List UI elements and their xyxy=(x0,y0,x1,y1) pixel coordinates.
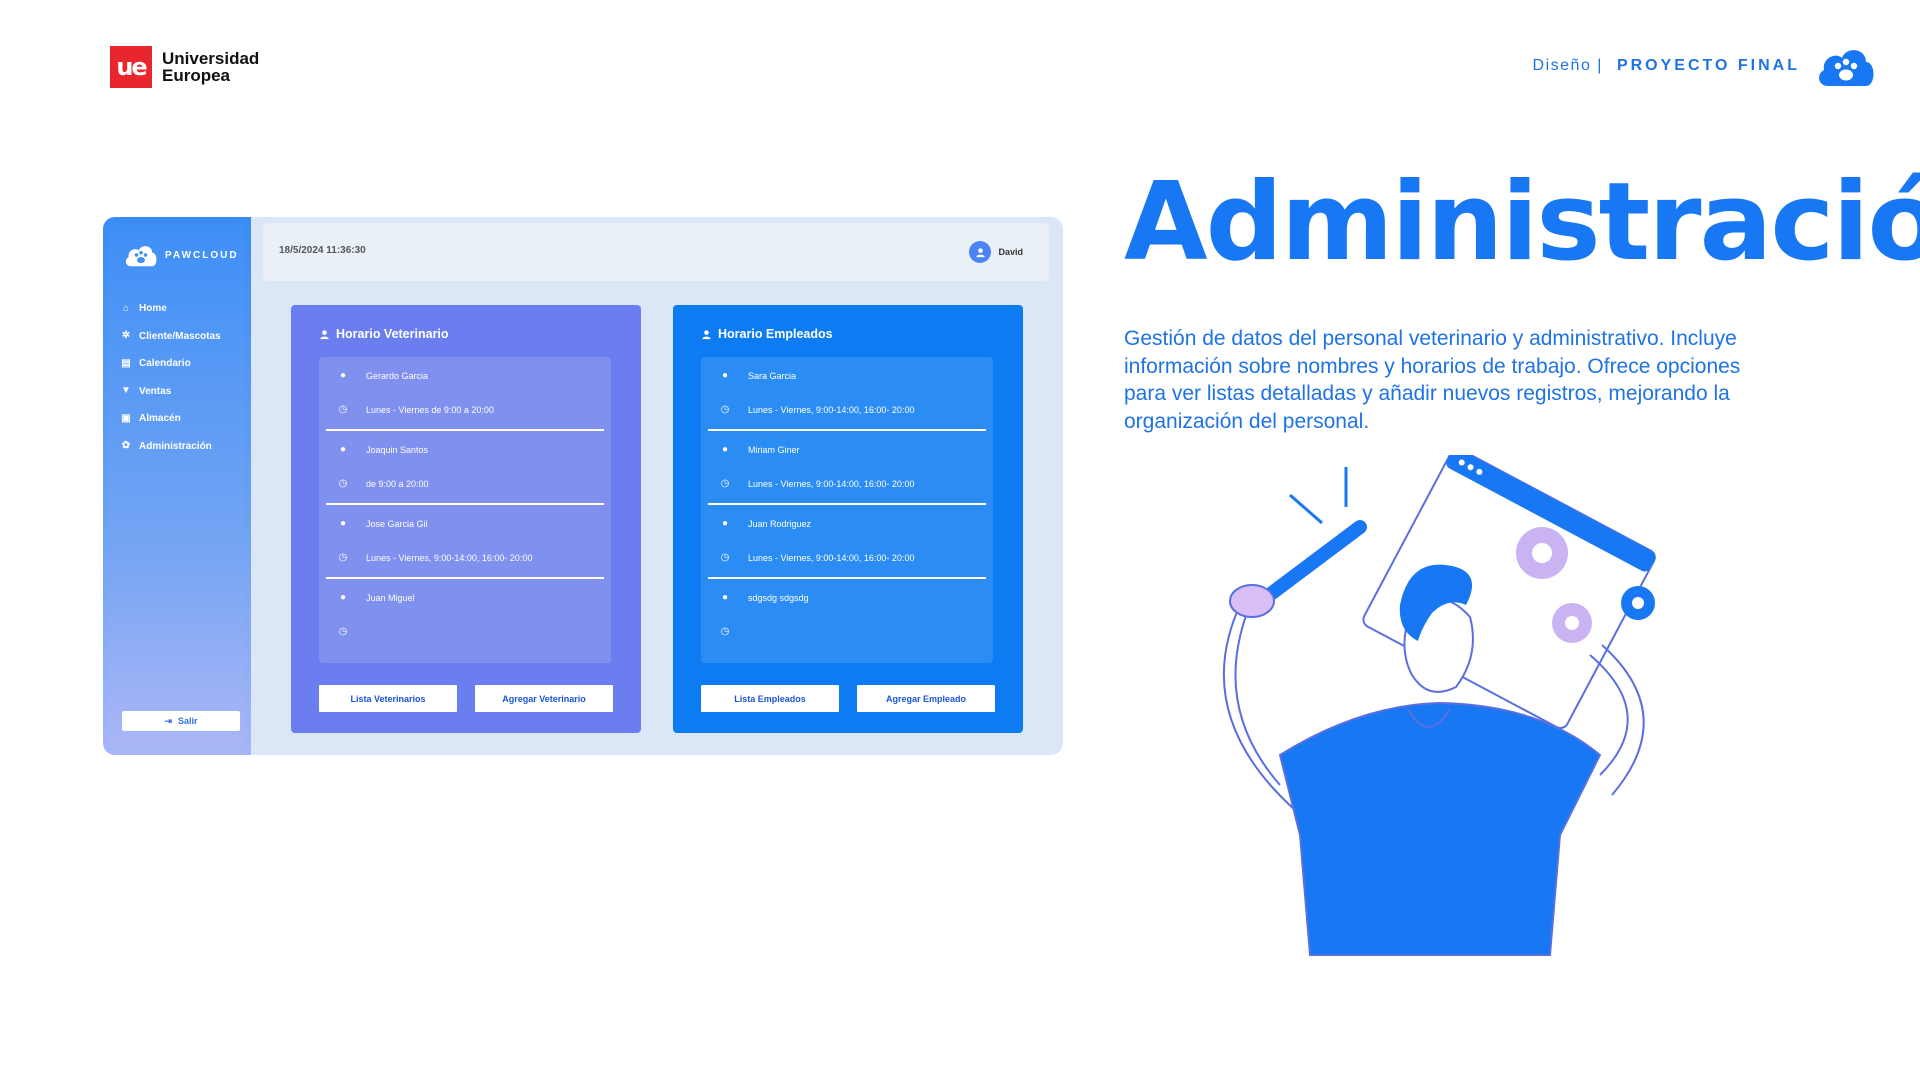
entry-schedule: Lunes - Viernes, 9:00-14:00, 16:00- 20:0… xyxy=(748,405,915,415)
app-brand-name: PAWCLOUD xyxy=(165,249,239,261)
cloud-paw-icon xyxy=(1819,50,1874,86)
ue-logo-line2: Europea xyxy=(162,66,231,85)
entry-name: Juan Rodriguez xyxy=(748,519,812,529)
emp-list-button[interactable]: Lista Empleados xyxy=(701,685,839,712)
sidebar-nav: ⌂ Home ✲ Cliente/Mascotas ▤ Calendario ▼ Ven… xyxy=(121,295,221,460)
entry-schedule: Lunes - Viernes, 9:00-14:00, 16:00- 20:0… xyxy=(748,553,915,563)
entry-name: Miriam Giner xyxy=(748,445,800,455)
sidebar-item-ventas[interactable]: ▼ Ventas xyxy=(121,378,221,406)
vet-list-button[interactable]: Lista Veterinarios xyxy=(319,685,457,712)
gear-icon xyxy=(1621,586,1655,620)
entry-name: Jose Garcia Gil xyxy=(366,519,428,529)
entry-name: Sara Garcia xyxy=(748,371,797,381)
clock-icon: ◷ xyxy=(720,552,730,563)
sidebar-item-label: Cliente/Mascotas xyxy=(139,330,221,342)
page-description: Gestión de datos del personal veterinari… xyxy=(1124,327,1741,433)
list-item: ● Joaquin Santos ◷ de 9:00 a 20:00 xyxy=(326,431,604,505)
clock-icon: ◷ xyxy=(338,552,348,563)
datetime: 18/5/2024 11:36:30 xyxy=(279,245,366,256)
entry-name: sdgsdg sdgsdg xyxy=(748,593,809,603)
top-bar: 18/5/2024 11:36:30 David xyxy=(263,223,1049,281)
person-icon: ● xyxy=(721,518,729,529)
emp-schedule-title: Horario Empleados xyxy=(701,327,833,341)
user-name: David xyxy=(998,247,1023,257)
emp-schedule-panel: Horario Empleados ● Sara Garcia ◷ Lunes - … xyxy=(673,305,1023,733)
list-item: ● Sara Garcia ◷ Lunes - Viernes, 9:00-14:0… xyxy=(708,357,986,431)
cloud-paw-icon xyxy=(125,246,157,267)
ue-logo-line1: Universidad xyxy=(162,49,260,68)
list-item: ● sdgsdg sdgsdg ◷ xyxy=(708,579,986,653)
sidebar-item-clientes[interactable]: ✲ Cliente/Mascotas xyxy=(121,323,221,351)
app-screenshot: PAWCLOUD ⌂ Home ✲ Cliente/Mascotas ▤ Calend… xyxy=(103,217,1063,755)
person-icon: ● xyxy=(339,444,347,455)
cart-icon: ▼ xyxy=(121,385,131,397)
sidebar-item-label: Calendario xyxy=(139,358,191,370)
ue-logo-mark: ue xyxy=(110,46,152,88)
person-icon: ● xyxy=(339,370,347,381)
header-right: Diseño | PROYECTO FINAL xyxy=(1533,42,1878,90)
person-icon: ● xyxy=(721,444,729,455)
clock-icon: ◷ xyxy=(338,626,348,637)
entry-schedule: Lunes - Viernes, 9:00-14:00, 16:00- 20:0… xyxy=(748,479,915,489)
entry-name: Joaquin Santos xyxy=(366,445,429,455)
clock-icon: ◷ xyxy=(338,404,348,415)
sidebar-panel: PAWCLOUD ⌂ Home ✲ Cliente/Mascotas ▤ Calend… xyxy=(109,223,245,749)
user-icon xyxy=(320,329,329,339)
clock-icon: ◷ xyxy=(720,626,730,637)
sidebar-item-label: Administración xyxy=(139,440,212,452)
ue-logo-text: Universidad Europea xyxy=(162,50,259,84)
clock-icon: ◷ xyxy=(720,404,730,415)
list-item: ● Gerardo Garcia ◷ Lunes - Viernes de 9:00… xyxy=(326,357,604,431)
sidebar-item-label: Home xyxy=(139,303,167,315)
paw-icon: ✲ xyxy=(121,330,131,342)
vet-list: ● Gerardo Garcia ◷ Lunes - Viernes de 9:00… xyxy=(319,357,611,663)
sidebar-item-label: Ventas xyxy=(139,385,172,397)
list-item: ● Juan Miguel ◷ xyxy=(326,579,604,653)
user-icon xyxy=(702,329,711,339)
add-emp-button[interactable]: Agregar Empleado xyxy=(857,685,995,712)
list-item: ● Juan Rodriguez ◷ Lunes - Viernes, 9:00-1… xyxy=(708,505,986,579)
person-icon: ● xyxy=(721,592,729,603)
logout-button[interactable]: ⇥ Salir xyxy=(122,711,240,731)
person-icon: ● xyxy=(721,370,729,381)
entry-schedule: Lunes - Viernes, 9:00-14:00, 16:00- 20:0… xyxy=(366,553,533,563)
sidebar-item-administracion[interactable]: ✿ Administración xyxy=(121,433,221,461)
sidebar-item-home[interactable]: ⌂ Home xyxy=(121,295,221,323)
list-item: ● Jose Garcia Gil ◷ Lunes - Viernes, 9:00-… xyxy=(326,505,604,579)
avatar xyxy=(969,241,992,263)
list-item: ● Miriam Giner ◷ Lunes - Viernes, 9:00-14:… xyxy=(708,431,986,505)
logout-icon: ⇥ xyxy=(164,715,173,726)
entry-schedule: Lunes - Viernes de 9:00 a 20:00 xyxy=(366,405,494,415)
entry-name: Juan Miguel xyxy=(366,593,415,603)
vet-schedule-panel: Horario Veterinario ● Gerardo Garcia ◷ Lun… xyxy=(291,305,641,733)
sidebar-item-almacen[interactable]: ▣ Almacén xyxy=(121,405,221,433)
user-icon xyxy=(976,247,985,257)
page-title: Administración xyxy=(1124,160,1920,285)
emp-list: ● Sara Garcia ◷ Lunes - Viernes, 9:00-14:0… xyxy=(701,357,993,663)
project-title: PROYECTO FINAL xyxy=(1616,57,1800,74)
admin-illustration xyxy=(1222,455,1656,956)
sidebar-item-calendario[interactable]: ▤ Calendario xyxy=(121,350,221,378)
logout-label: Salir xyxy=(178,716,198,726)
add-vet-button[interactable]: Agregar Veterinario xyxy=(475,685,613,712)
box-icon: ▣ xyxy=(121,412,131,424)
clock-icon: ◷ xyxy=(720,478,730,489)
app-brand: PAWCLOUD xyxy=(123,241,239,269)
panel-title-label: Horario Empleados xyxy=(718,327,833,341)
sidebar-item-label: Almacén xyxy=(139,413,181,425)
calendar-icon: ▤ xyxy=(121,357,131,369)
person-icon: ● xyxy=(339,592,347,603)
panel-title-label: Horario Veterinario xyxy=(336,327,449,341)
gear-icon: ✿ xyxy=(121,440,131,452)
user-menu[interactable]: David xyxy=(969,241,1023,263)
home-icon: ⌂ xyxy=(122,302,130,314)
entry-name: Gerardo Garcia xyxy=(366,371,429,381)
sidebar: PAWCLOUD ⌂ Home ✲ Cliente/Mascotas ▤ Calend… xyxy=(103,217,251,755)
clock-icon: ◷ xyxy=(338,478,348,489)
breadcrumb: Diseño | xyxy=(1532,57,1603,74)
person-icon: ● xyxy=(339,518,347,529)
ue-logo: ue Universidad Europea xyxy=(110,46,259,88)
vet-schedule-title: Horario Veterinario xyxy=(319,327,449,341)
entry-schedule: de 9:00 a 20:00 xyxy=(366,479,429,489)
